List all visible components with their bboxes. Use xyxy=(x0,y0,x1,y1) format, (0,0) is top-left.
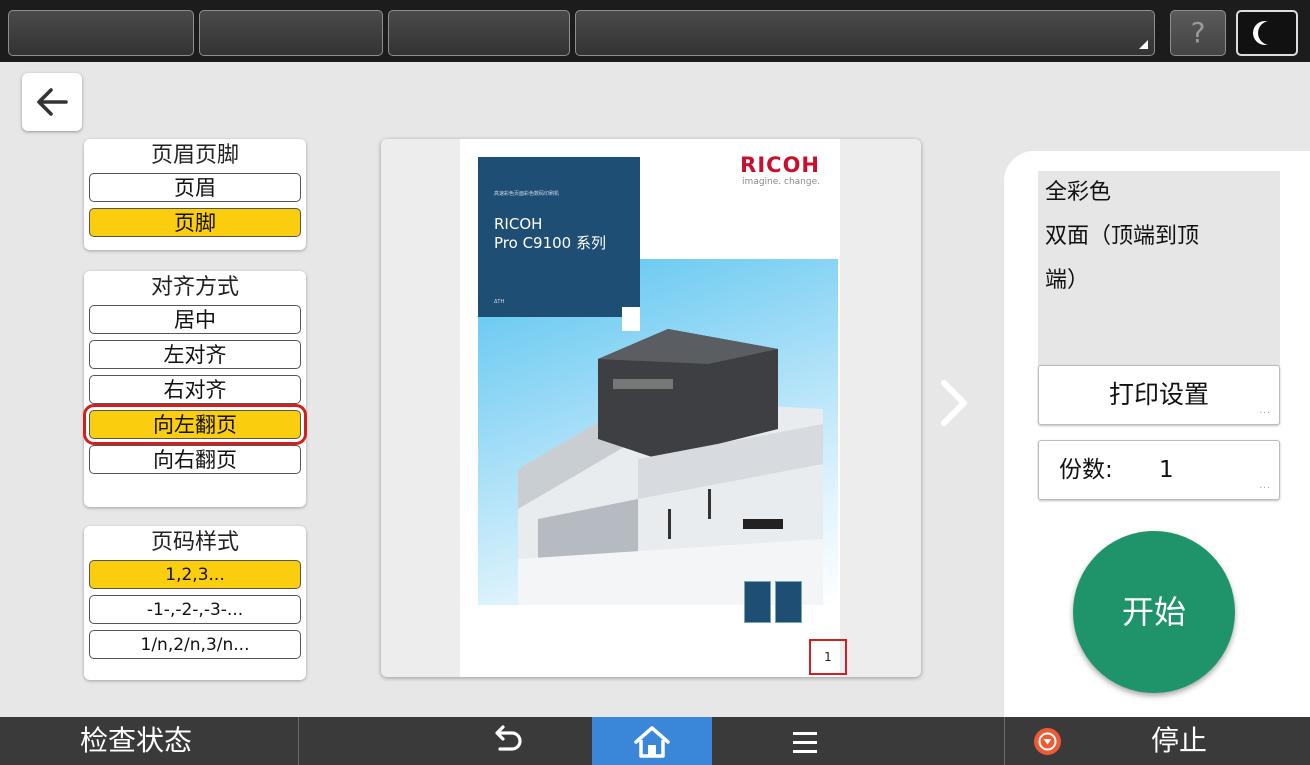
summary-duplex-line2: 端） xyxy=(1045,268,1090,293)
ricoh-logo: RICOH imagine. change. xyxy=(740,153,820,187)
option-style-dashed[interactable]: -1-,-2-,-3-... xyxy=(89,595,301,624)
brochure-title-line2: Pro C9100 系列 xyxy=(494,234,606,252)
brochure-title: RICOH Pro C9100 系列 xyxy=(494,215,606,253)
option-flip-right[interactable]: 向右翻页 xyxy=(89,445,301,474)
header-footer-title: 页眉页脚 xyxy=(150,143,239,168)
top-bar: ? xyxy=(0,0,1310,62)
print-settings-button[interactable]: 打印设置 ... xyxy=(1038,365,1280,425)
top-bar-segment-1[interactable] xyxy=(8,10,194,56)
copies-value: 1 xyxy=(1159,457,1174,483)
preview-page: 高速彩色页面彩色数码印刷机 RICOH Pro C9100 系列 ΔΤΗ RIC… xyxy=(460,139,840,677)
home-icon xyxy=(634,726,670,758)
logo-text: RICOH xyxy=(740,153,820,177)
bottom-bar: 检查状态 停止 xyxy=(0,717,1310,765)
brochure-cover-panel: 高速彩色页面彩色数码印刷机 RICOH Pro C9100 系列 ΔΤΗ xyxy=(478,157,640,317)
page-number-style-panel: 页码样式 1,2,3... -1-,-2-,-3-... 1/n,2/n,3/n… xyxy=(84,526,306,680)
option-align-left[interactable]: 左对齐 xyxy=(89,340,301,369)
brochure-thumbnail-2 xyxy=(775,581,802,623)
stop-button[interactable]: 停止 xyxy=(1151,717,1207,765)
page-number-style-title: 页码样式 xyxy=(150,530,239,555)
top-bar-segment-2[interactable] xyxy=(199,10,383,56)
energy-saver-button[interactable] xyxy=(1236,10,1298,56)
summary-color-mode: 全彩色 xyxy=(1045,180,1112,205)
more-icon: ... xyxy=(1259,406,1271,416)
option-style-plain[interactable]: 1,2,3... xyxy=(89,560,301,589)
logo-tagline: imagine. change. xyxy=(742,177,820,187)
chevron-right-icon xyxy=(941,380,967,426)
option-footer[interactable]: 页脚 xyxy=(89,208,301,237)
home-button[interactable] xyxy=(592,717,712,765)
settings-summary: 全彩色 双面（顶端到顶 端） xyxy=(1038,171,1280,366)
option-header[interactable]: 页眉 xyxy=(89,173,301,202)
stop-icon[interactable] xyxy=(1034,728,1061,755)
back-button[interactable] xyxy=(22,73,82,131)
option-style-fraction[interactable]: 1/n,2/n,3/n... xyxy=(89,630,301,659)
moon-icon xyxy=(1258,21,1282,45)
copies-label: 份数: xyxy=(1059,457,1113,483)
brochure-title-line1: RICOH xyxy=(494,215,543,233)
check-status-button[interactable]: 检查状态 xyxy=(80,717,192,765)
separator xyxy=(298,717,299,765)
top-bar-segment-3[interactable] xyxy=(388,10,570,56)
top-bar-segment-4[interactable] xyxy=(575,10,1155,56)
start-button[interactable]: 开始 xyxy=(1073,531,1235,693)
menu-button[interactable] xyxy=(790,729,822,755)
cover-notch xyxy=(622,307,640,331)
option-align-right[interactable]: 右对齐 xyxy=(89,375,301,404)
brochure-small-text: 高速彩色页面彩色数码印刷机 xyxy=(494,191,560,197)
summary-duplex-line1: 双面（顶端到顶 xyxy=(1045,224,1200,249)
menu-icon xyxy=(793,732,817,753)
header-footer-panel: 页眉页脚 页眉 页脚 xyxy=(84,139,306,250)
alignment-title: 对齐方式 xyxy=(150,275,239,300)
next-page-button[interactable] xyxy=(936,378,972,432)
more-icon: ... xyxy=(1259,481,1271,491)
copies-field[interactable]: 份数: 1 ... xyxy=(1038,440,1280,500)
arrow-left-icon xyxy=(37,88,68,116)
option-center[interactable]: 居中 xyxy=(89,305,301,334)
option-flip-left[interactable]: 向左翻页 xyxy=(83,404,307,445)
page-preview: 高速彩色页面彩色数码印刷机 RICOH Pro C9100 系列 ΔΤΗ RIC… xyxy=(381,139,921,677)
undo-button[interactable] xyxy=(490,723,530,759)
separator xyxy=(1004,717,1005,765)
help-button[interactable]: ? xyxy=(1170,10,1226,56)
brochure-thumbnail-1 xyxy=(744,581,771,623)
expand-corner-icon xyxy=(1139,40,1148,49)
brochure-footer-text: ΔΤΗ xyxy=(494,299,505,305)
alignment-panel: 对齐方式 居中 左对齐 右对齐 向左翻页 向右翻页 xyxy=(83,271,307,507)
print-settings-label: 打印设置 xyxy=(1108,380,1209,409)
undo-icon xyxy=(495,725,522,751)
job-settings-panel: 全彩色 双面（顶端到顶 端） 打印设置 ... 份数: 1 ... 开始 xyxy=(1004,151,1310,717)
page-number-marker: 1 xyxy=(809,639,847,675)
